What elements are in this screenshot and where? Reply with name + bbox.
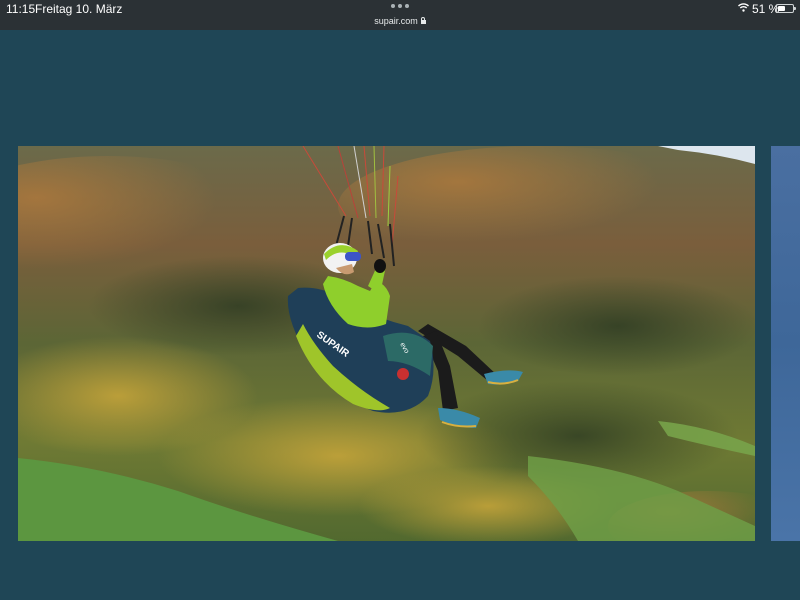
battery-icon — [776, 4, 796, 13]
image-gallery[interactable]: SUPAIR evo — [0, 30, 800, 600]
paraglider-photo[interactable]: SUPAIR evo — [18, 146, 755, 541]
paraglider-photo-image: SUPAIR evo — [18, 146, 755, 541]
status-time: 11:15 — [6, 2, 36, 16]
wifi-icon — [738, 3, 749, 12]
status-bar: 11:15 Freitag 10. März supair.com 51 % — [0, 0, 800, 30]
next-photo-preview[interactable] — [771, 146, 800, 541]
lock-icon — [420, 17, 426, 24]
address-bar[interactable]: supair.com — [0, 16, 800, 26]
url-text: supair.com — [374, 16, 418, 26]
multitasking-dots-icon[interactable] — [391, 4, 409, 8]
battery-level — [778, 6, 786, 11]
status-date: Freitag 10. März — [35, 2, 123, 16]
